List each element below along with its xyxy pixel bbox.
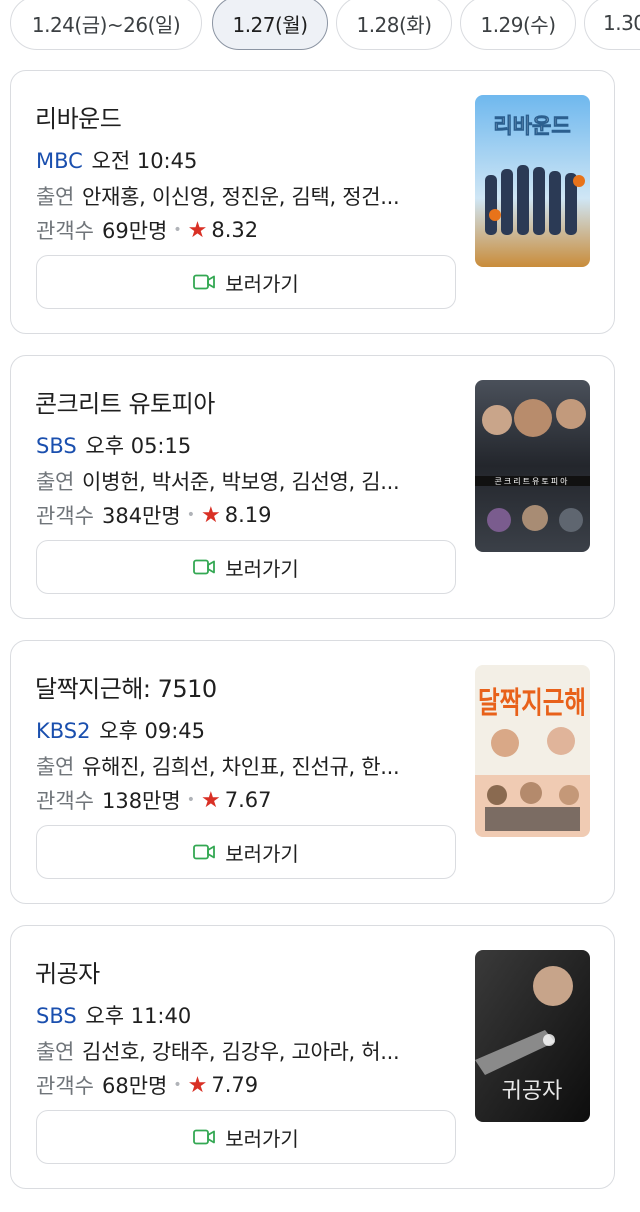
watch-button-label: 보러가기 <box>225 556 299 581</box>
watch-button-label: 보러가기 <box>225 1126 299 1151</box>
audience-count: 138만명 <box>101 789 181 813</box>
cast-row: 출연 유해진, 김희선, 차인표, 진선규, 한... <box>36 751 456 781</box>
separator-dot: • <box>186 507 195 523</box>
audience-count: 384만명 <box>101 504 181 528</box>
cast-list: 이병헌, 박서준, 박보영, 김선영, 김... <box>82 470 400 494</box>
star-icon: ★ <box>200 787 221 813</box>
movie-poster[interactable]: 귀공자 <box>475 950 590 1122</box>
date-tab[interactable]: 1.28(화) <box>336 0 452 50</box>
movie-title[interactable]: 콘크리트 유토피아 <box>35 384 215 419</box>
movie-card[interactable]: 달짝지근해: 7510 KBS2 오후 09:45 출연 유해진, 김희선, 차인… <box>10 640 615 904</box>
rating-value: 7.67 <box>224 788 272 812</box>
cast-list: 안재홍, 이신영, 정진운, 김택, 정건... <box>82 185 400 209</box>
cast-row: 출연 김선호, 강태주, 김강우, 고아라, 허... <box>36 1036 456 1066</box>
broadcast-info: KBS2 오후 09:45 <box>36 715 205 745</box>
star-icon: ★ <box>200 502 221 528</box>
cast-label: 출연 <box>36 755 75 779</box>
broadcast-info: SBS 오후 11:40 <box>36 1000 191 1030</box>
poster-title-text: 달짝지근해 <box>478 686 586 721</box>
video-camera-icon <box>193 274 216 290</box>
channel-name[interactable]: KBS2 <box>36 719 91 743</box>
star-icon: ★ <box>187 217 208 243</box>
stats-row: 관객수 138만명 • ★ 7.67 <box>36 785 271 815</box>
stats-row: 관객수 69만명 • ★ 8.32 <box>36 215 258 245</box>
cast-row: 출연 이병헌, 박서준, 박보영, 김선영, 김... <box>36 466 456 496</box>
watch-button-label: 보러가기 <box>225 271 299 296</box>
video-camera-icon <box>193 1129 216 1145</box>
separator-dot: • <box>173 1077 182 1093</box>
cast-label: 출연 <box>36 1040 75 1064</box>
stats-row: 관객수 68만명 • ★ 7.79 <box>36 1070 258 1100</box>
broadcast-info: SBS 오후 05:15 <box>36 430 191 460</box>
broadcast-info: MBC 오전 10:45 <box>36 145 197 175</box>
channel-name[interactable]: SBS <box>36 434 77 458</box>
separator-dot: • <box>173 222 182 238</box>
channel-name[interactable]: SBS <box>36 1004 77 1028</box>
air-time: 오전 10:45 <box>91 149 198 173</box>
audience-label: 관객수 <box>36 1074 94 1098</box>
movie-poster[interactable]: 콘크리트유토피아 <box>475 380 590 552</box>
movie-title[interactable]: 리바운드 <box>35 99 122 134</box>
watch-button[interactable]: 보러가기 <box>36 825 456 879</box>
movie-card[interactable]: 귀공자 SBS 오후 11:40 출연 김선호, 강태주, 김강우, 고아라, 허… <box>10 925 615 1189</box>
cast-label: 출연 <box>36 185 75 209</box>
watch-button[interactable]: 보러가기 <box>36 255 456 309</box>
cast-list: 김선호, 강태주, 김강우, 고아라, 허... <box>82 1040 400 1064</box>
air-time: 오후 05:15 <box>85 434 192 458</box>
rating-value: 8.32 <box>211 218 259 242</box>
date-tab-bar: 1.24(금)~26(일) 1.27(월) 1.28(화) 1.29(수) 1.… <box>0 0 640 52</box>
video-camera-icon <box>193 559 216 575</box>
movie-card[interactable]: 콘크리트 유토피아 SBS 오후 05:15 출연 이병헌, 박서준, 박보영, … <box>10 355 615 619</box>
audience-label: 관객수 <box>36 219 94 243</box>
watch-button-label: 보러가기 <box>225 841 299 866</box>
cast-row: 출연 안재홍, 이신영, 정진운, 김택, 정건... <box>36 181 456 211</box>
video-camera-icon <box>193 844 216 860</box>
audience-label: 관객수 <box>36 504 94 528</box>
rating-value: 7.79 <box>211 1073 259 1097</box>
date-tab[interactable]: 1.24(금)~26(일) <box>10 0 202 50</box>
movie-poster[interactable]: 달짝지근해 <box>475 665 590 837</box>
movie-card[interactable]: 리바운드 MBC 오전 10:45 출연 안재홍, 이신영, 정진운, 김택, 정… <box>10 70 615 334</box>
audience-count: 68만명 <box>101 1074 168 1098</box>
watch-button[interactable]: 보러가기 <box>36 540 456 594</box>
date-tab[interactable]: 1.30 <box>584 0 640 50</box>
air-time: 오후 11:40 <box>85 1004 192 1028</box>
audience-label: 관객수 <box>36 789 94 813</box>
date-tab[interactable]: 1.29(수) <box>460 0 576 50</box>
channel-name[interactable]: MBC <box>36 149 83 173</box>
movie-title[interactable]: 달짝지근해: 7510 <box>35 669 217 704</box>
watch-button[interactable]: 보러가기 <box>36 1110 456 1164</box>
poster-title-text: 귀공자 <box>502 1079 563 1104</box>
cast-list: 유해진, 김희선, 차인표, 진선규, 한... <box>82 755 400 779</box>
cast-label: 출연 <box>36 470 75 494</box>
stats-row: 관객수 384만명 • ★ 8.19 <box>36 500 271 530</box>
separator-dot: • <box>186 792 195 808</box>
date-tab-selected[interactable]: 1.27(월) <box>212 0 328 50</box>
movie-title[interactable]: 귀공자 <box>35 954 100 989</box>
poster-title-text: 리바운드 <box>493 114 570 138</box>
star-icon: ★ <box>187 1072 208 1098</box>
air-time: 오후 09:45 <box>99 719 206 743</box>
poster-title-text: 콘크리트유토피아 <box>495 476 570 486</box>
audience-count: 69만명 <box>101 219 168 243</box>
rating-value: 8.19 <box>224 503 272 527</box>
movie-poster[interactable]: 리바운드 <box>475 95 590 267</box>
